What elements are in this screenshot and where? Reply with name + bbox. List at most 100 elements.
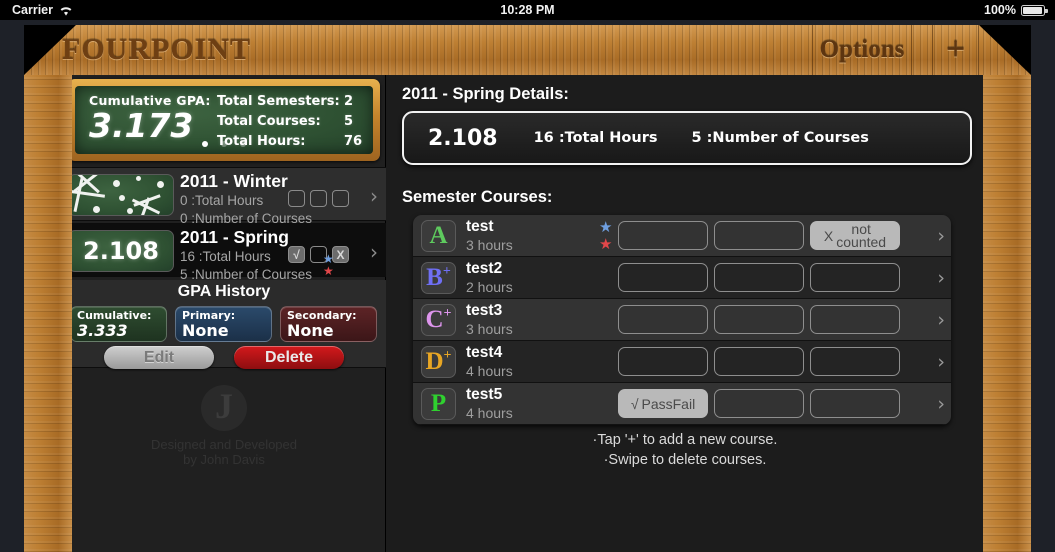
table-row[interactable]: B + test2 2 hours › [413,257,951,299]
flag-box-x[interactable] [332,190,349,207]
grade-badge[interactable]: D + [421,345,456,378]
gpa-history-panel: GPA History Cumulative: 3.333 Primary: N… [62,280,386,369]
chevron-right-icon: › [937,393,945,415]
course-hours: 3 hours [466,237,513,253]
semester-summary-bar[interactable]: 2.108 16 :Total Hours 5 :Number of Cours… [402,111,972,165]
course-slot-empty[interactable] [714,347,804,376]
check-mark-icon: √ [630,395,639,412]
page-dot-active[interactable] [201,141,208,147]
stat-row: Total Courses: 5 [217,112,362,132]
stat-value: 5 [344,114,354,129]
flag-box-check[interactable] [288,190,305,207]
course-slot-empty[interactable] [618,347,708,376]
flag-box-check[interactable]: √ [288,246,305,263]
course-slots: √ PassFail [618,389,900,418]
course-meta: test4 4 hours [466,344,616,379]
gpa-chip-cumulative[interactable]: Cumulative: 3.333 [70,306,167,342]
grade-letter: A [429,222,448,249]
course-slot-empty[interactable] [810,305,900,334]
course-hours: 2 hours [466,279,513,295]
course-slot-empty[interactable] [810,263,900,292]
course-slot-empty[interactable] [618,263,708,292]
not-counted-line-2: counted [836,233,887,250]
course-slot-not-counted[interactable]: X not counted [810,221,900,250]
x-mark-icon: X [823,227,834,244]
grade-badge[interactable]: C + [421,303,456,336]
course-slot-empty[interactable] [618,221,708,250]
course-slot-empty[interactable] [714,221,804,250]
grade-modifier: + [442,263,451,279]
star-blue-icon: ★ [323,252,334,266]
hint-line-1: ·Tap '+' to add a new course. [592,432,778,448]
course-name: test5 [466,386,503,403]
semester-total-hours: 16 :Total Hours [533,130,658,146]
chalkboard-surface: Cumulative GPA: 3.173 Total Semesters: 2… [75,86,373,154]
add-course-button[interactable]: + [932,25,979,75]
stat-value: 2 [344,94,354,109]
semester-list-item-winter[interactable]: 2011 - Winter 0 :Total Hours 0 :Number o… [62,167,386,226]
semester-thumbnail-gpa-value: 2.108 [83,237,159,265]
course-name: test4 [466,344,503,361]
courses-heading: Semester Courses: [402,188,553,206]
options-button[interactable]: Options [812,25,912,75]
course-name: test3 [466,302,503,319]
flag-box-blank[interactable] [310,190,327,207]
course-table: A test 3 hours ★ ★ X not counted › B + t… [413,215,951,425]
page-dots[interactable] [75,132,373,151]
detail-title: 2011 - Spring Details: [402,85,569,103]
battery-percent-label: 100% [984,3,1016,17]
table-row[interactable]: A test 3 hours ★ ★ X not counted › [413,215,951,257]
page-title: FOURPOINT [62,33,251,66]
grade-letter: D [425,348,444,375]
cumulative-summary-card[interactable]: Cumulative GPA: 3.173 Total Semesters: 2… [68,79,380,161]
semester-list-item-spring[interactable]: 2.108 2011 - Spring 16 :Total Hours 5 :N… [62,223,386,282]
course-slot-empty[interactable] [810,389,900,418]
page-dot[interactable] [240,141,247,147]
course-slot-passfail[interactable]: √ PassFail [618,389,708,418]
stat-label: Total Semesters: [217,94,340,109]
course-slot-empty[interactable] [810,347,900,376]
sidebar: Cumulative GPA: 3.173 Total Semesters: 2… [62,75,386,552]
gpa-history-heading: GPA History [177,283,271,300]
course-slot-empty[interactable] [618,305,708,334]
semester-hours: 16 :Total Hours [180,249,271,264]
table-row[interactable]: D + test4 4 hours › [413,341,951,383]
grade-modifier: + [443,347,452,363]
stat-label: Total Courses: [217,114,321,129]
gpa-history-chips: Cumulative: 3.333 Primary: None Secondar… [70,306,377,342]
grade-badge[interactable]: P [421,387,456,420]
developer-logo-icon: J [201,385,247,431]
battery-icon [1021,4,1048,16]
gpa-chip-primary[interactable]: Primary: None [175,306,272,342]
delete-button[interactable]: Delete [234,346,344,369]
table-row[interactable]: C + test3 3 hours › [413,299,951,341]
content-area: Cumulative GPA: 3.173 Total Semesters: 2… [62,75,983,552]
status-bar: Carrier 10:28 PM 100% [0,0,1055,20]
status-bar-right: 100% [984,3,1048,17]
grade-modifier: + [443,305,452,321]
course-slots [618,347,900,376]
semester-flag-boxes[interactable] [288,190,349,207]
status-bar-clock: 10:28 PM [500,3,555,17]
flag-box-x[interactable]: X [332,246,349,263]
chevron-right-icon: › [370,184,378,208]
edit-button[interactable]: Edit [104,346,214,369]
course-slot-empty[interactable] [714,263,804,292]
chevron-right-icon: › [370,240,378,264]
course-name: test [466,218,494,235]
grade-badge[interactable]: A [421,219,456,252]
developer-credit: J Designed and Developed by John Davis [62,385,386,467]
course-hours: 4 hours [466,363,513,379]
passfail-label: PassFail [641,395,696,412]
course-slot-empty[interactable] [714,305,804,334]
credit-line-1: Designed and Developed [151,437,297,452]
grade-badge[interactable]: B + [421,261,456,294]
gpa-chip-secondary[interactable]: Secondary: None [280,306,377,342]
semester-flag-boxes[interactable]: √ X [288,246,349,263]
table-row[interactable]: P test5 4 hours √ PassFail › [413,383,951,425]
star-red-icon: ★ [599,236,613,253]
page-dot[interactable] [221,141,227,147]
course-slots [618,263,900,292]
course-slot-empty[interactable] [714,389,804,418]
course-meta: test2 2 hours [466,260,616,295]
